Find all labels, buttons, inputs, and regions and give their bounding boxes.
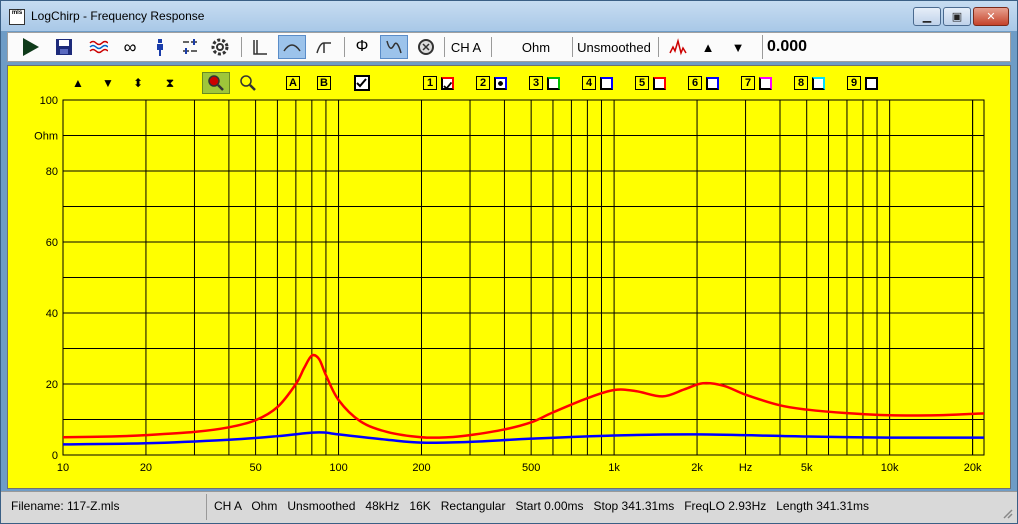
impedance-mode-button[interactable] [380, 35, 408, 59]
unit-select[interactable]: Ohm [498, 35, 574, 59]
phi-icon: Φ [355, 38, 369, 55]
y-tick-label: 60 [46, 237, 58, 249]
probe-button[interactable] [146, 35, 174, 59]
x-tick-label: 10k [881, 462, 899, 474]
status-filename: Filename: 117-Z.mls [11, 499, 120, 513]
plot-panel: ▲ ▼ ⬍ ⧗ A B 123456789 0 20 40 60 80 100 Ohm 10 2… [7, 65, 1011, 489]
frequency-view-button[interactable] [278, 35, 306, 59]
close-button[interactable]: ✕ [973, 7, 1009, 26]
y-tick-label: 0 [52, 450, 58, 462]
window-controls: ▁ ▣ ✕ [913, 7, 1009, 26]
x-tick-label: 500 [522, 462, 540, 474]
scale-up-button[interactable]: ▲ [694, 35, 722, 59]
loop-button[interactable]: ∞ [116, 35, 144, 59]
toolbar-separator [572, 37, 573, 57]
x-tick-label: 1k [608, 462, 620, 474]
toolbar-separator [241, 37, 242, 57]
signal-generator-button[interactable] [84, 35, 112, 59]
settings-button[interactable] [206, 35, 234, 59]
title-bar[interactable]: mls LogChirp - Frequency Response ▁ ▣ ✕ [1, 1, 1017, 31]
waves-icon [89, 40, 108, 54]
channel-select[interactable]: CH A [448, 35, 484, 59]
smoothing-select[interactable]: Unsmoothed [574, 35, 654, 59]
x-tick-label: 20k [964, 462, 982, 474]
y-tick-label: 100 [40, 95, 58, 107]
toolbar-separator [344, 37, 345, 57]
toolbar-separator [491, 37, 492, 57]
run-button[interactable] [16, 35, 44, 59]
minimize-button[interactable]: ▁ [913, 7, 941, 26]
infinity-icon: ∞ [123, 36, 137, 57]
status-divider [206, 494, 207, 520]
resize-grip-icon[interactable] [1001, 507, 1013, 519]
frequency-curve-icon [283, 44, 301, 52]
window-title: LogChirp - Frequency Response [31, 9, 205, 23]
save-icon [56, 39, 72, 55]
y-tick-label: 20 [46, 379, 58, 391]
play-icon [23, 38, 39, 56]
triangle-up-icon: ▲ [701, 39, 715, 55]
main-toolbar: ∞ Φ CH A Ohm Unsmoothed ▲ ▼ 0.000 [7, 32, 1011, 62]
spectrum-button[interactable] [664, 35, 692, 59]
impedance-icon [386, 40, 402, 54]
status-bar: Filename: 117-Z.mls CH A Ohm Unsmoothed … [1, 491, 1017, 523]
dial-icon [418, 39, 434, 55]
y-unit-label: Ohm [34, 131, 58, 143]
toolbar-separator [658, 37, 659, 57]
x-tick-label: 5k [801, 462, 813, 474]
distortion-button[interactable] [412, 35, 440, 59]
value-readout: 0.000 [762, 35, 1002, 59]
x-unit-label: Hz [739, 462, 752, 474]
status-info: CH A Ohm Unsmoothed 48kHz 16K Rectangula… [214, 499, 869, 513]
triangle-down-icon: ▼ [731, 39, 745, 55]
y-tick-label: 40 [46, 308, 58, 320]
x-tick-label: 20 [140, 462, 152, 474]
gear-icon [211, 38, 229, 56]
app-icon: mls [9, 9, 25, 25]
step-response-button[interactable] [310, 35, 338, 59]
zoom-fit-button[interactable] [176, 35, 204, 59]
y-tick-label: 80 [46, 166, 58, 178]
app-window: mls LogChirp - Frequency Response ▁ ▣ ✕ … [0, 0, 1018, 524]
impulse-view-button[interactable] [246, 35, 274, 59]
x-tick-label: 2k [691, 462, 703, 474]
spectrum-icon [669, 38, 687, 56]
maximize-button[interactable]: ▣ [943, 7, 971, 26]
phase-button[interactable]: Φ [348, 35, 376, 59]
x-tick-label: 10 [57, 462, 69, 474]
x-tick-label: 200 [412, 462, 430, 474]
save-button[interactable] [50, 35, 78, 59]
x-tick-label: 50 [249, 462, 261, 474]
toolbar-separator [444, 37, 445, 57]
frequency-response-chart[interactable]: 0 20 40 60 80 100 Ohm 10 20 50 100 200 500 1k 2k 5k 10k 2… [8, 66, 1010, 488]
step-icon [316, 42, 331, 54]
scale-down-button[interactable]: ▼ [724, 35, 752, 59]
x-tick-label: 100 [329, 462, 347, 474]
adjust-icon [183, 39, 197, 54]
probe-icon [157, 39, 163, 56]
impulse-icon [253, 40, 267, 55]
